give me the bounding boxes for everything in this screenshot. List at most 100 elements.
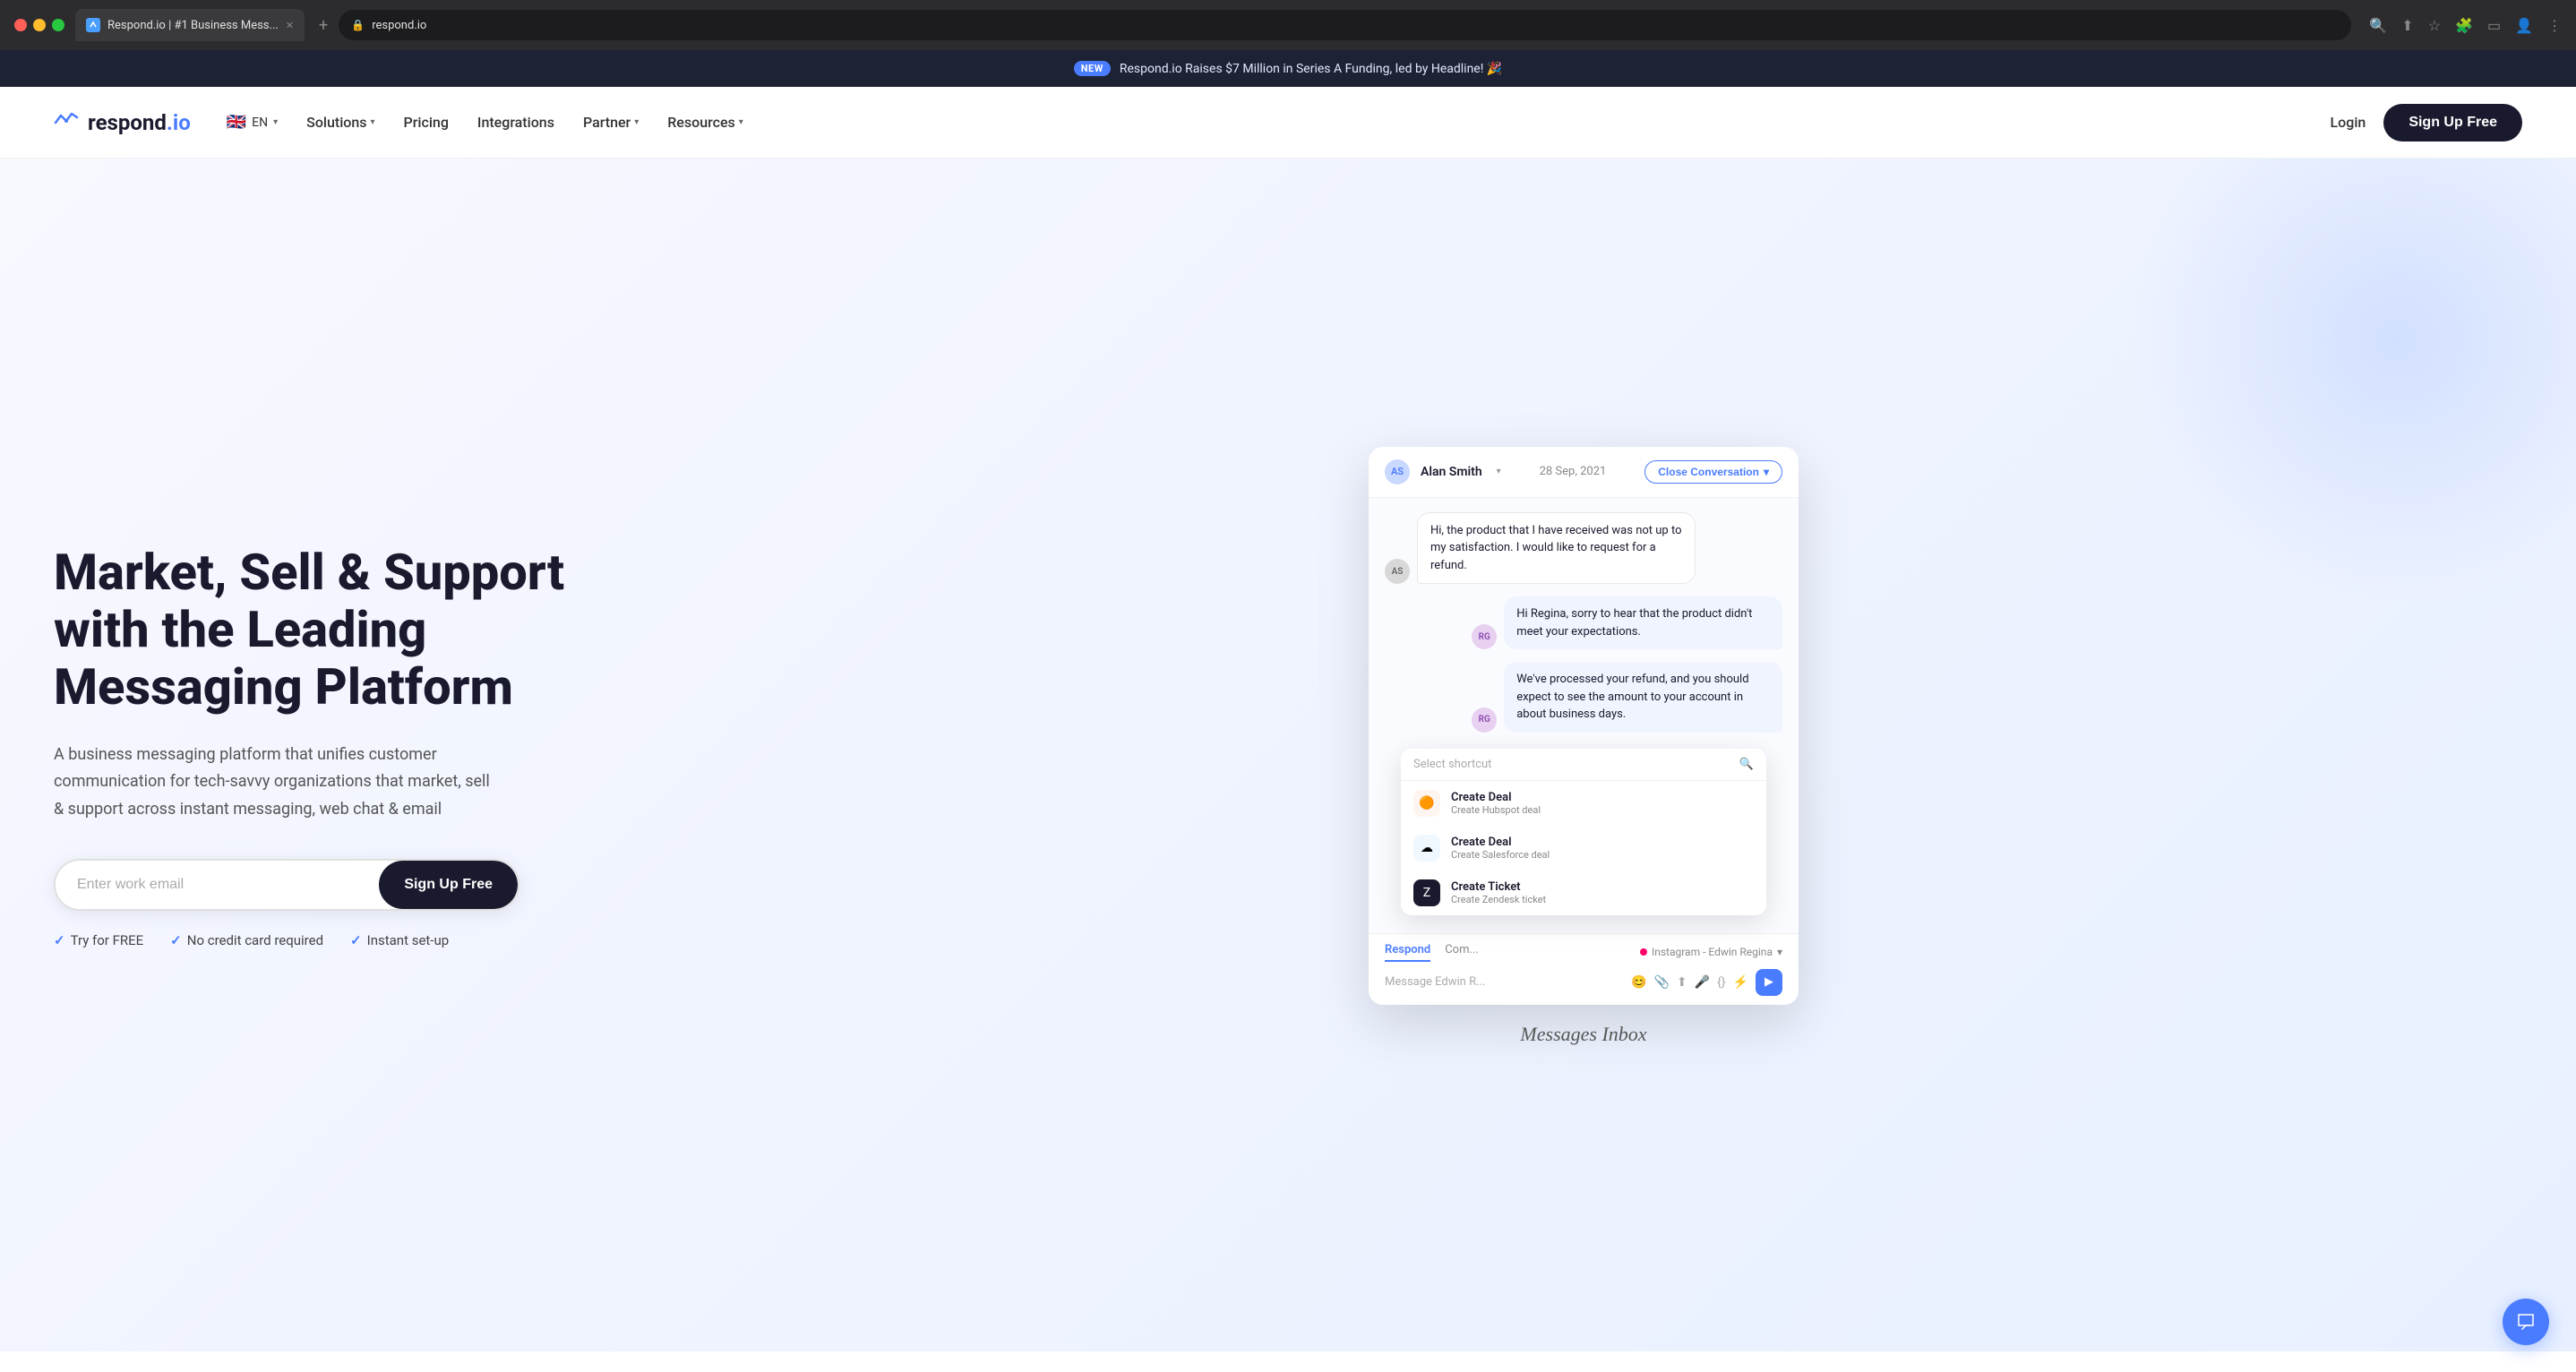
- chat-widget-button[interactable]: [2503, 1299, 2549, 1345]
- browser-tab[interactable]: Respond.io | #1 Business Mess... ✕: [75, 9, 305, 41]
- new-tab-button[interactable]: +: [319, 16, 328, 35]
- chat-user-name: Alan Smith: [1421, 465, 1482, 479]
- emoji-icon[interactable]: 😊: [1631, 975, 1646, 990]
- nav-solutions[interactable]: Solutions ▾: [306, 114, 374, 131]
- lang-label: EN: [252, 116, 268, 130]
- logo-text: respond.io: [88, 110, 191, 135]
- trust-item-no-cc: ✓ No credit card required: [170, 932, 323, 948]
- close-conv-chevron-icon: ▾: [1764, 466, 1769, 478]
- address-bar[interactable]: 🔒 respond.io: [339, 10, 2351, 40]
- shortcut-item-salesforce[interactable]: ☁ Create Deal Create Salesforce deal: [1401, 826, 1766, 870]
- sender-avatar-1: AS: [1385, 559, 1410, 584]
- trust-badges: ✓ Try for FREE ✓ No credit card required…: [54, 932, 609, 948]
- navbar: respond.io 🇬🇧 EN ▾ Solutions ▾ Pricing I…: [0, 87, 2576, 159]
- salesforce-icon: ☁: [1413, 835, 1440, 862]
- message-row-1: AS Hi, the product that I have received …: [1385, 512, 1782, 585]
- nav-links: Solutions ▾ Pricing Integrations Partner…: [306, 114, 2330, 131]
- tab-close-button[interactable]: ✕: [286, 20, 294, 31]
- hubspot-icon: 🟠: [1413, 790, 1440, 817]
- profile-icon[interactable]: 👤: [2515, 17, 2533, 34]
- tab-respond[interactable]: Respond: [1385, 943, 1430, 962]
- template-icon[interactable]: {}: [1717, 975, 1725, 990]
- shortcut-zendesk-text: Create Ticket Create Zendesk ticket: [1451, 880, 1546, 905]
- hero-section: Market, Sell & Supportwith the LeadingMe…: [0, 159, 2576, 1351]
- mockup-label: Messages Inbox: [1369, 1023, 1799, 1046]
- chat-user-avatar: AS: [1385, 459, 1410, 484]
- nav-pricing[interactable]: Pricing: [404, 114, 449, 131]
- announcement-bar: NEW Respond.io Raises $7 Million in Seri…: [0, 50, 2576, 87]
- new-badge: NEW: [1074, 61, 1111, 76]
- shortcut-dropdown: Select shortcut 🔍 🟠 Create Deal Create H…: [1401, 749, 1766, 915]
- chat-tabs: Respond Com... Instagram - Edwin Regina …: [1385, 943, 1782, 962]
- clip-icon[interactable]: 📎: [1653, 975, 1669, 990]
- send-button[interactable]: ▶: [1756, 969, 1782, 996]
- traffic-lights: [14, 19, 64, 31]
- audio-icon[interactable]: 🎤: [1695, 975, 1710, 990]
- mockup-container: AS Alan Smith ▾ 28 Sep, 2021 Close Conve…: [1369, 447, 1799, 1046]
- zendesk-icon: Z: [1413, 879, 1440, 906]
- close-conversation-button[interactable]: Close Conversation ▾: [1644, 460, 1782, 484]
- chat-input[interactable]: Message Edwin R...: [1385, 975, 1626, 989]
- chat-header: AS Alan Smith ▾ 28 Sep, 2021 Close Conve…: [1369, 447, 1799, 498]
- reader-mode-icon[interactable]: ▭: [2487, 17, 2501, 34]
- sender-avatar-2: RG: [1472, 624, 1497, 649]
- solutions-chevron-icon: ▾: [371, 117, 375, 127]
- email-input[interactable]: [56, 861, 379, 909]
- logo-icon: [54, 110, 79, 135]
- nav-actions: Login Sign Up Free: [2331, 104, 2522, 141]
- logo-link[interactable]: respond.io: [54, 110, 191, 135]
- tab-comment[interactable]: Com...: [1445, 943, 1479, 962]
- check-icon-free: ✓: [54, 932, 65, 948]
- menu-icon[interactable]: ⋮: [2547, 17, 2562, 34]
- browser-actions: 🔍 ⬆ ☆ 🧩 ▭ 👤 ⋮: [2369, 17, 2562, 34]
- maximize-window-button[interactable]: [52, 19, 64, 31]
- announcement-text: Respond.io Raises $7 Million in Series A…: [1120, 62, 1502, 76]
- nav-integrations[interactable]: Integrations: [477, 114, 554, 131]
- user-dropdown-icon[interactable]: ▾: [1497, 467, 1501, 476]
- check-icon-instant: ✓: [350, 932, 362, 948]
- chat-mockup: AS Alan Smith ▾ 28 Sep, 2021 Close Conve…: [1369, 447, 1799, 1005]
- share-icon[interactable]: ⬆: [2401, 17, 2413, 34]
- chat-input-row: Message Edwin R... 😊 📎 ⬆ 🎤 {} ⚡ ▶: [1385, 969, 1782, 996]
- email-form: Sign Up Free: [54, 859, 519, 911]
- hero-left: Market, Sell & Supportwith the LeadingMe…: [54, 544, 609, 949]
- channel-chevron-icon[interactable]: ▾: [1777, 946, 1782, 958]
- hero-signup-button[interactable]: Sign Up Free: [379, 861, 518, 909]
- trust-item-instant: ✓ Instant set-up: [350, 932, 449, 948]
- trust-item-free: ✓ Try for FREE: [54, 932, 143, 948]
- nav-partner[interactable]: Partner ▾: [583, 114, 639, 131]
- tab-favicon: [86, 18, 100, 32]
- lock-icon: 🔒: [351, 19, 365, 31]
- language-selector[interactable]: 🇬🇧 EN ▾: [227, 113, 278, 132]
- upload-icon[interactable]: ⬆: [1677, 975, 1687, 990]
- nav-signup-button[interactable]: Sign Up Free: [2383, 104, 2522, 141]
- login-button[interactable]: Login: [2331, 114, 2366, 131]
- extensions-icon[interactable]: 🧩: [2455, 17, 2473, 34]
- nav-resources[interactable]: Resources ▾: [667, 114, 743, 131]
- lightning-icon[interactable]: ⚡: [1733, 975, 1748, 990]
- browser-chrome: Respond.io | #1 Business Mess... ✕ + 🔒 r…: [0, 0, 2576, 50]
- shortcut-item-hubspot[interactable]: 🟠 Create Deal Create Hubspot deal: [1401, 781, 1766, 826]
- instagram-channel-badge: Instagram - Edwin Regina ▾: [1640, 943, 1782, 962]
- check-icon-no-cc: ✓: [170, 932, 182, 948]
- url-text: respond.io: [372, 19, 426, 32]
- shortcut-search-icon: 🔍: [1739, 758, 1754, 771]
- lang-chevron-icon: ▾: [273, 117, 278, 127]
- minimize-window-button[interactable]: [33, 19, 46, 31]
- chat-bottom: Respond Com... Instagram - Edwin Regina …: [1369, 933, 1799, 1005]
- shortcut-placeholder: Select shortcut: [1413, 758, 1732, 771]
- resources-chevron-icon: ▾: [739, 117, 743, 127]
- sender-avatar-3: RG: [1472, 707, 1497, 733]
- flag-icon: 🇬🇧: [227, 113, 246, 132]
- partner-chevron-icon: ▾: [634, 117, 639, 127]
- close-window-button[interactable]: [14, 19, 27, 31]
- search-icon[interactable]: 🔍: [2369, 17, 2387, 34]
- tab-title: Respond.io | #1 Business Mess...: [107, 19, 279, 32]
- shortcut-hubspot-text: Create Deal Create Hubspot deal: [1451, 791, 1541, 816]
- message-bubble-2: Hi Regina, sorry to hear that the produc…: [1504, 596, 1782, 649]
- instagram-dot-icon: [1640, 948, 1647, 956]
- shortcut-item-zendesk[interactable]: Z Create Ticket Create Zendesk ticket: [1401, 870, 1766, 915]
- bookmark-icon[interactable]: ☆: [2428, 17, 2441, 34]
- shortcut-salesforce-text: Create Deal Create Salesforce deal: [1451, 836, 1550, 861]
- chat-toolbar: 😊 📎 ⬆ 🎤 {} ⚡ ▶: [1631, 969, 1782, 996]
